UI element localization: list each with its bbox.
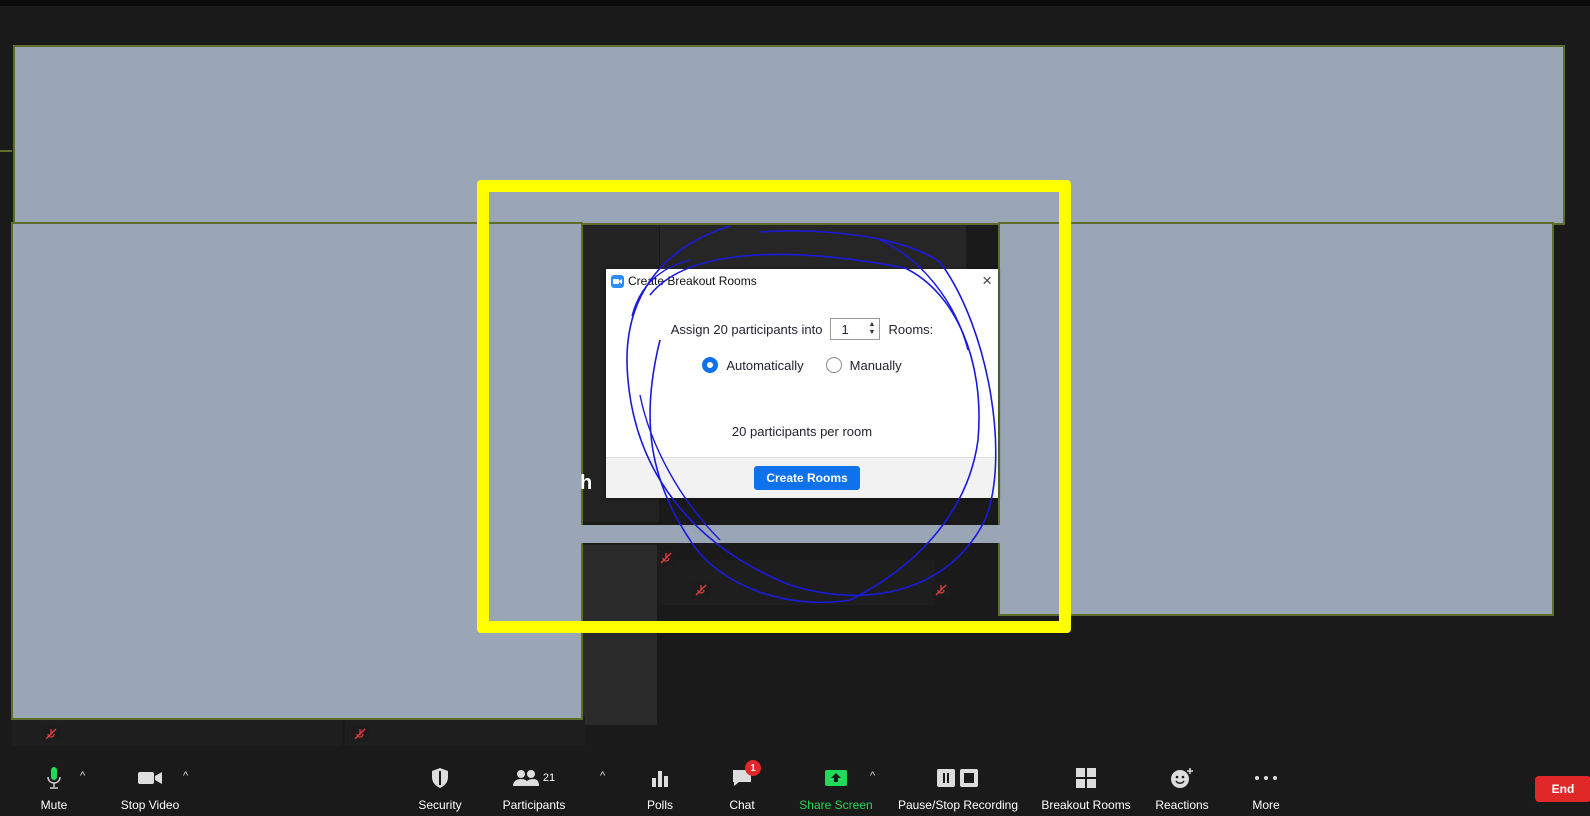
meeting-toolbar: Mute ^ Stop Video ^ Security 21 Particip… xyxy=(0,754,1590,816)
recording-label: Pause/Stop Recording xyxy=(897,798,1019,812)
bar-chart-icon xyxy=(650,764,670,792)
chat-unread-badge: 1 xyxy=(745,760,761,776)
chat-button[interactable]: 1 Chat xyxy=(726,754,761,816)
video-options-chevron-icon[interactable]: ^ xyxy=(183,770,188,782)
end-meeting-button[interactable]: End xyxy=(1535,776,1590,802)
reactions-button[interactable]: Reactions xyxy=(1152,754,1212,816)
share-screen-button[interactable]: Share Screen xyxy=(796,754,876,816)
participants-button[interactable]: 21 Participants xyxy=(488,754,580,816)
mute-label: Mute xyxy=(40,798,68,812)
pause-stop-icon xyxy=(936,764,980,792)
grid-icon xyxy=(1075,764,1097,792)
shield-icon xyxy=(430,764,450,792)
microphone-icon xyxy=(46,764,62,792)
pause-stop-recording-button[interactable]: Pause/Stop Recording xyxy=(894,754,1022,816)
people-icon: 21 xyxy=(512,764,556,792)
stop-video-button[interactable]: Stop Video xyxy=(112,754,188,816)
more-button[interactable]: More xyxy=(1246,754,1286,816)
polls-button[interactable]: Polls xyxy=(640,754,680,816)
participants-options-chevron-icon[interactable]: ^ xyxy=(600,770,605,782)
participants-label: Participants xyxy=(502,798,566,812)
mute-button[interactable]: Mute xyxy=(34,754,74,816)
ellipsis-icon xyxy=(1254,764,1278,792)
video-camera-icon xyxy=(137,764,163,792)
security-label: Security xyxy=(418,798,462,812)
security-button[interactable]: Security xyxy=(412,754,468,816)
hand-drawn-circle-annotation xyxy=(626,225,997,604)
polls-label: Polls xyxy=(646,798,673,812)
more-label: More xyxy=(1252,798,1280,812)
participants-count: 21 xyxy=(542,772,556,784)
stop-video-label: Stop Video xyxy=(120,798,180,812)
reactions-label: Reactions xyxy=(1155,798,1209,812)
chat-label: Chat xyxy=(729,798,755,812)
share-options-chevron-icon[interactable]: ^ xyxy=(870,770,875,782)
share-arrow-icon xyxy=(824,764,848,792)
share-screen-label: Share Screen xyxy=(799,798,873,812)
breakout-rooms-label: Breakout Rooms xyxy=(1041,798,1131,812)
speech-bubble-icon: 1 xyxy=(731,760,761,792)
breakout-rooms-button[interactable]: Breakout Rooms xyxy=(1038,754,1134,816)
emoji-plus-icon xyxy=(1170,764,1194,792)
mute-options-chevron-icon[interactable]: ^ xyxy=(80,770,85,782)
